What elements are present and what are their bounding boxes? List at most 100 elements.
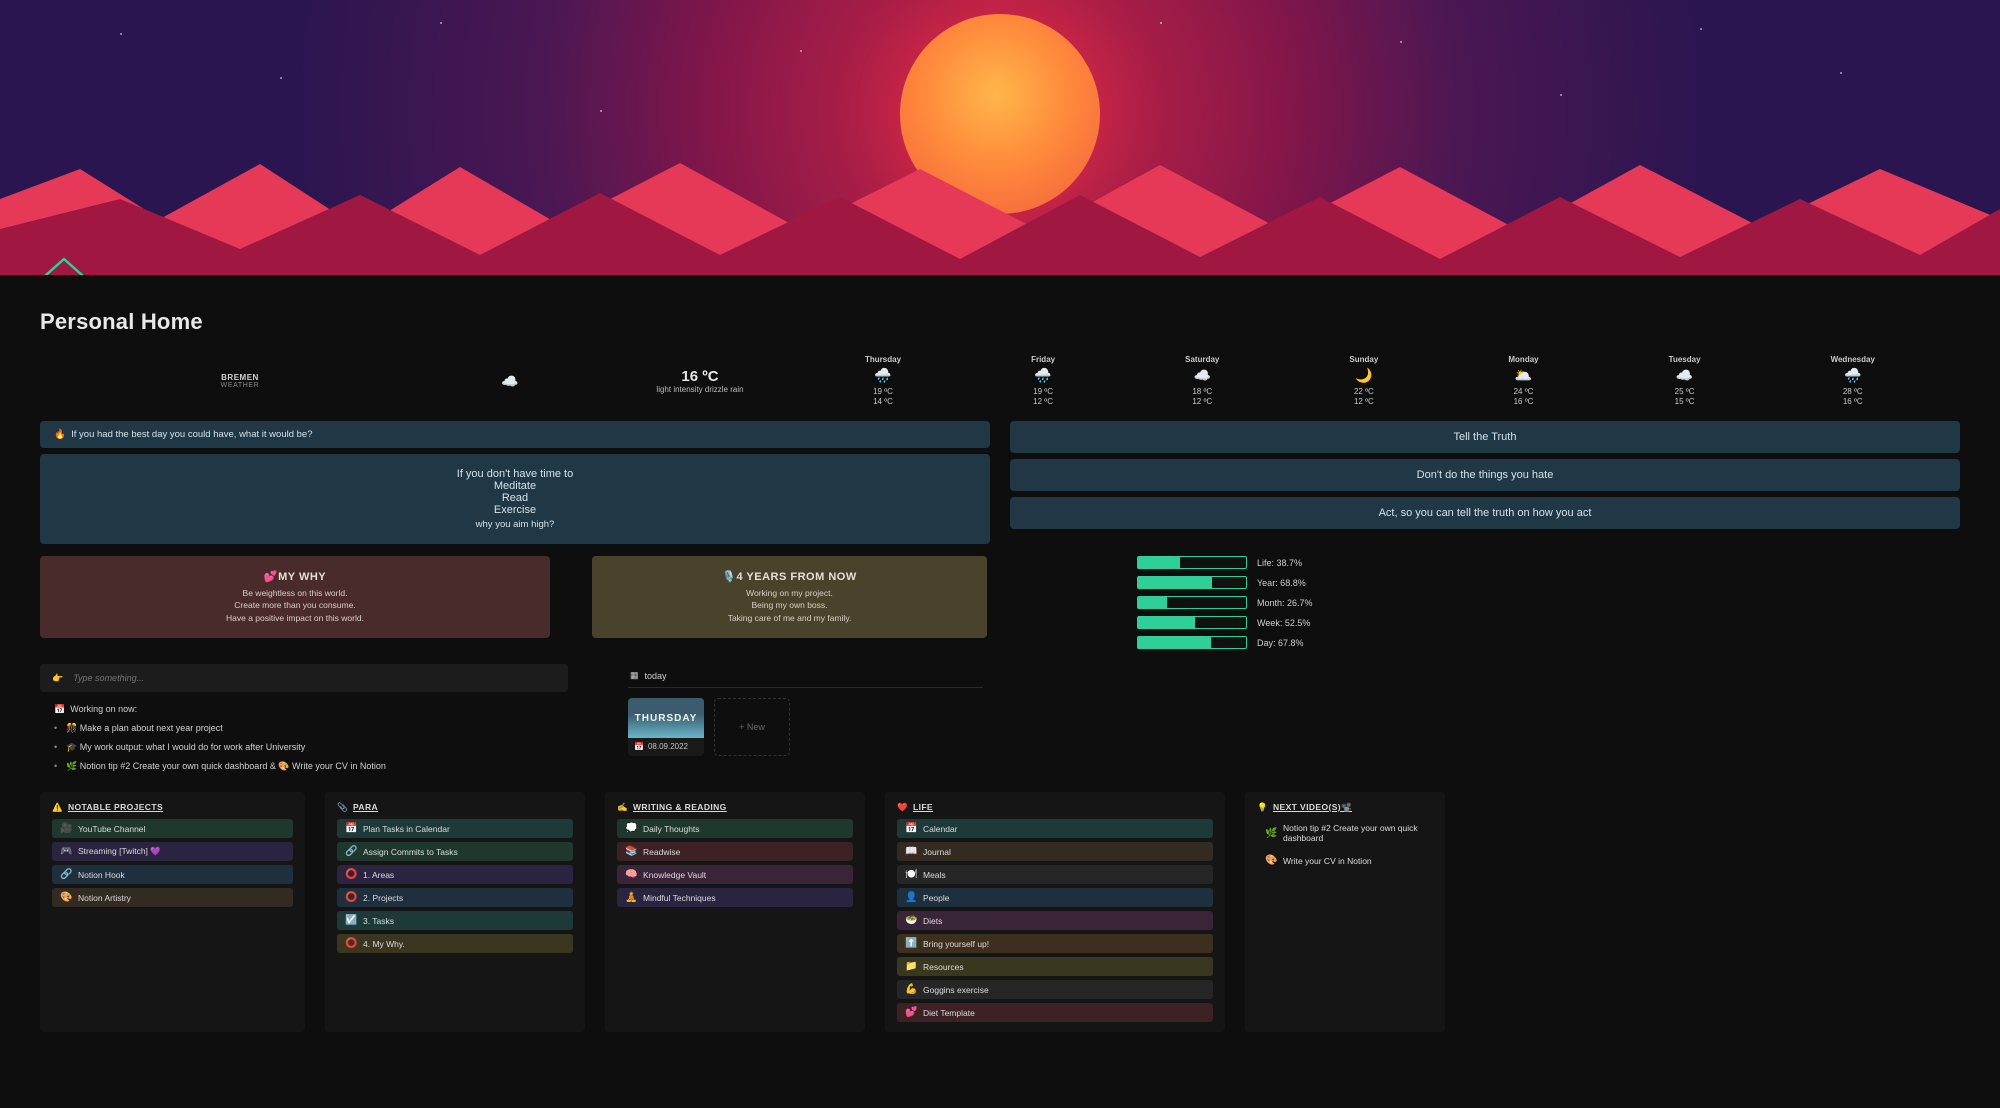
progress-row: Life: 38.7% — [1137, 556, 1960, 569]
today-tab[interactable]: ▦ today — [628, 664, 983, 688]
progress-bars: Life: 38.7% Year: 68.8% Month: 26.7% Wee… — [1007, 556, 1960, 656]
my-why-card[interactable]: 💕MY WHY Be weightless on this world. Cre… — [40, 556, 550, 638]
list-item[interactable]: 📁 Resources — [897, 957, 1213, 976]
weather-icon: 🌧️ — [1831, 367, 1875, 384]
list-item[interactable]: ⭕ 1. Areas — [337, 865, 573, 884]
future-line: Being my own boss. — [606, 599, 973, 611]
weather-day-name: Sunday — [1349, 355, 1378, 364]
list-item[interactable]: 📖 Journal — [897, 842, 1213, 861]
today-card-date: 08.09.2022 — [648, 742, 688, 751]
weather-icon: 🌥️ — [1508, 367, 1538, 384]
list-item[interactable]: 💭 Daily Thoughts — [617, 819, 853, 838]
future-card[interactable]: 🎙️4 YEARS FROM NOW Working on my project… — [592, 556, 987, 638]
truth-callout[interactable]: Tell the Truth — [1010, 421, 1960, 453]
truth-callout[interactable]: Don't do the things you hate — [1010, 459, 1960, 491]
weather-day-lo: 12 ºC — [1349, 397, 1378, 407]
weather-day-hi: 24 ºC — [1508, 387, 1538, 397]
list-item[interactable]: 📅 Plan Tasks in Calendar — [337, 819, 573, 838]
weather-day-name: Monday — [1508, 355, 1538, 364]
weather-sublabel: WEATHER — [60, 382, 420, 389]
list-item[interactable]: 🎥 YouTube Channel — [52, 819, 293, 838]
new-card-button[interactable]: + New — [714, 698, 790, 756]
weather-day: Monday 🌥️ 24 ºC 16 ºC — [1508, 355, 1538, 407]
list-item[interactable]: 🎨 Notion Artistry — [52, 888, 293, 907]
item-icon: ⬆️ — [905, 938, 917, 949]
panel-title: LIFE — [913, 802, 933, 812]
task-bullet[interactable]: 🎓 My work output: what I would do for wo… — [44, 738, 564, 757]
writing-icon: ✍️ — [617, 802, 628, 813]
list-item[interactable]: ⭕ 4. My Why. — [337, 934, 573, 953]
weather-day: Saturday ☁️ 18 ºC 12 ºC — [1185, 355, 1219, 407]
item-icon: 💕 — [905, 1007, 917, 1018]
daily-question-text: If you had the best day you could have, … — [71, 429, 312, 440]
weather-day-lo: 14 ºC — [865, 397, 901, 407]
item-icon: 🥗 — [905, 915, 917, 926]
weather-day-lo: 12 ºC — [1185, 397, 1219, 407]
quick-entry-box[interactable]: 👉 — [40, 664, 568, 692]
task-bullet[interactable]: 🌿 Notion tip #2 Create your own quick da… — [44, 757, 564, 776]
mantra-callout[interactable]: If you don't have time to Meditate Read … — [40, 454, 990, 544]
paperclip-icon: 📎 — [337, 802, 348, 813]
list-item[interactable]: 🔗 Notion Hook — [52, 865, 293, 884]
writing-reading-panel: ✍️WRITING & READING 💭 Daily Thoughts 📚 R… — [605, 792, 865, 1032]
item-label: Diets — [923, 916, 942, 926]
item-icon: 🎥 — [60, 823, 72, 834]
list-item[interactable]: 🍽️ Meals — [897, 865, 1213, 884]
daily-question-callout[interactable]: 🔥 If you had the best day you could have… — [40, 421, 990, 448]
page-title[interactable]: Personal Home — [40, 309, 2000, 335]
task-bullet[interactable]: 🎊 Make a plan about next year project — [44, 719, 564, 738]
list-item[interactable]: 💕 Diet Template — [897, 1003, 1213, 1022]
weather-day: Wednesday 🌧️ 28 ºC 16 ºC — [1831, 355, 1875, 407]
list-item[interactable]: 🧘 Mindful Techniques — [617, 888, 853, 907]
list-item[interactable]: ☑️ 3. Tasks — [337, 911, 573, 930]
list-item[interactable]: 👤 People — [897, 888, 1213, 907]
truth-callout[interactable]: Act, so you can tell the truth on how yo… — [1010, 497, 1960, 529]
today-card[interactable]: THURSDAY 📅 08.09.2022 — [628, 698, 704, 756]
list-item[interactable]: 🔗 Assign Commits to Tasks — [337, 842, 573, 861]
working-on-now[interactable]: 📅 Working on now: — [44, 700, 564, 719]
progress-bar — [1137, 596, 1247, 609]
list-item[interactable]: 🧠 Knowledge Vault — [617, 865, 853, 884]
working-on-now-label: Working on now: — [70, 704, 137, 714]
calendar-icon: 📅 — [54, 704, 65, 714]
weather-city: BREMEN — [60, 373, 420, 382]
progress-label: Day: 67.8% — [1257, 638, 1304, 648]
weather-icon: 🌙 — [1349, 367, 1378, 384]
item-label: Goggins exercise — [923, 985, 989, 995]
quick-entry-input[interactable] — [71, 672, 556, 684]
list-item[interactable]: 🥗 Diets — [897, 911, 1213, 930]
item-icon: 🍽️ — [905, 869, 917, 880]
panel-title: NEXT VIDEO(S)📽️ — [1273, 802, 1352, 812]
my-why-line: Be weightless on this world. — [54, 587, 536, 599]
warning-icon: ⚠️ — [52, 802, 63, 813]
weather-day-name: Tuesday — [1669, 355, 1701, 364]
page-icon[interactable] — [40, 253, 88, 275]
future-title: 🎙️4 YEARS FROM NOW — [606, 570, 973, 583]
progress-label: Year: 68.8% — [1257, 578, 1306, 588]
item-label: Knowledge Vault — [643, 870, 706, 880]
progress-bar — [1137, 556, 1247, 569]
item-label: 4. My Why. — [363, 939, 405, 949]
item-label: Meals — [923, 870, 946, 880]
weather-today-temp: 16 ºC — [600, 368, 800, 385]
item-icon: ⭕ — [345, 938, 357, 949]
item-icon: 📖 — [905, 846, 917, 857]
list-item[interactable]: 📅 Calendar — [897, 819, 1213, 838]
item-label: People — [923, 893, 949, 903]
today-tab-label: today — [645, 671, 667, 681]
truth-text: Don't do the things you hate — [1417, 469, 1554, 481]
list-item[interactable]: 🎮 Streaming [Twitch] 💜 — [52, 842, 293, 861]
list-item[interactable]: ⬆️ Bring yourself up! — [897, 934, 1213, 953]
list-item[interactable]: 💪 Goggins exercise — [897, 980, 1213, 999]
progress-row: Month: 26.7% — [1137, 596, 1960, 609]
weather-day-hi: 19 ºC — [1031, 387, 1055, 397]
list-item[interactable]: 🌿 Notion tip #2 Create your own quick da… — [1257, 819, 1433, 847]
gallery-icon: ▦ — [630, 670, 639, 681]
weather-day-hi: 28 ºC — [1831, 387, 1875, 397]
item-icon: ⭕ — [345, 892, 357, 903]
item-icon: 💪 — [905, 984, 917, 995]
list-item[interactable]: 🎨 Write your CV in Notion — [1257, 851, 1433, 870]
list-item[interactable]: ⭕ 2. Projects — [337, 888, 573, 907]
weather-day-name: Thursday — [865, 355, 901, 364]
list-item[interactable]: 📚 Readwise — [617, 842, 853, 861]
